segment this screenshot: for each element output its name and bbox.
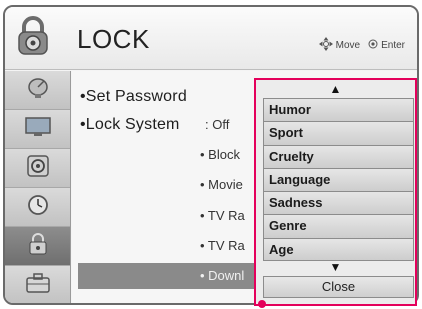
scroll-up-arrow[interactable]: ▲ bbox=[256, 82, 415, 96]
category-sidebar bbox=[5, 71, 71, 303]
satellite-dish-icon bbox=[26, 77, 50, 104]
close-button[interactable]: Close bbox=[263, 276, 414, 298]
navigation-hint: Move Enter bbox=[318, 37, 405, 54]
scroll-down-arrow[interactable]: ▼ bbox=[256, 260, 415, 274]
downloadable-rating-item[interactable]: • Downl bbox=[78, 263, 278, 289]
set-password-item[interactable]: •Set Password bbox=[80, 88, 187, 106]
sidebar-item-lock[interactable] bbox=[5, 227, 70, 266]
four-way-arrow-icon bbox=[318, 37, 333, 54]
lock-system-item[interactable]: •Lock System bbox=[80, 116, 180, 134]
rating-options-popup: ▲ Humor Sport Cruelty Language Sadness G… bbox=[254, 78, 417, 308]
downloadable-rating-label: • Downl bbox=[200, 268, 245, 283]
options-list: Humor Sport Cruelty Language Sadness Gen… bbox=[263, 98, 414, 262]
option-sport[interactable]: Sport bbox=[263, 121, 414, 145]
sidebar-item-picture[interactable] bbox=[5, 110, 70, 149]
padlock-icon bbox=[13, 14, 53, 58]
sidebar-item-setup[interactable] bbox=[5, 71, 70, 110]
option-cruelty[interactable]: Cruelty bbox=[263, 144, 414, 168]
movie-rating-item[interactable]: • Movie bbox=[200, 177, 243, 192]
move-hint-label: Move bbox=[335, 40, 361, 51]
lock-system-value: : Off bbox=[205, 117, 230, 132]
option-language[interactable]: Language bbox=[263, 167, 414, 192]
menu-header: LOCK Move Enter bbox=[5, 7, 417, 70]
selection-marker bbox=[258, 300, 266, 308]
option-genre[interactable]: Genre bbox=[263, 214, 414, 238]
sidebar-item-option[interactable] bbox=[5, 266, 70, 303]
option-humor[interactable]: Humor bbox=[263, 98, 414, 122]
tv-rating-children-item[interactable]: • TV Ra bbox=[200, 208, 245, 223]
sidebar-item-audio[interactable] bbox=[5, 149, 70, 188]
page-title: LOCK bbox=[77, 24, 150, 54]
sidebar-item-time[interactable] bbox=[5, 188, 70, 227]
block-channel-item[interactable]: • Block bbox=[200, 147, 240, 162]
speaker-icon bbox=[26, 154, 49, 182]
option-sadness[interactable]: Sadness bbox=[263, 191, 414, 215]
tv-screen-icon bbox=[24, 116, 51, 142]
ok-button-icon bbox=[368, 39, 378, 52]
enter-hint-label: Enter bbox=[381, 40, 405, 51]
tv-rating-general-item[interactable]: • TV Ra bbox=[200, 238, 245, 253]
briefcase-icon bbox=[25, 272, 50, 298]
lock-icon bbox=[28, 232, 48, 261]
option-age[interactable]: Age bbox=[263, 237, 414, 262]
clock-icon bbox=[27, 194, 49, 221]
